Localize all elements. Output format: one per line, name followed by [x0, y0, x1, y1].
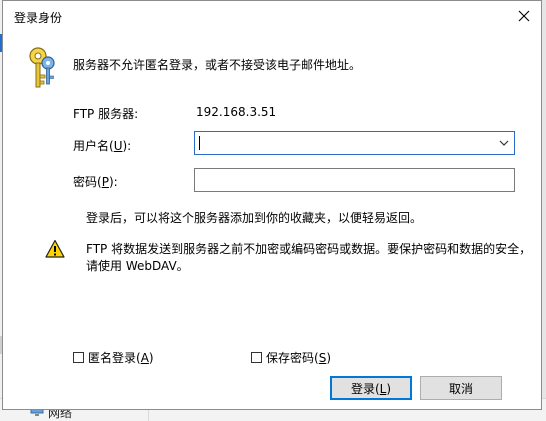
login-dialog: 登录身份 服务器不允许匿名登录，或者不接受该电子邮件地址。 FTP 服务器: 1… [2, 0, 542, 410]
password-input[interactable] [194, 168, 515, 192]
chevron-down-icon[interactable] [498, 136, 510, 150]
save-password-checkbox[interactable]: 保存密码(S) [251, 349, 331, 366]
anonymous-login-label: 匿名登录(A) [88, 351, 154, 365]
security-warning: FTP 将数据发送到服务器之前不加密或编码密码或数据。要保护密码和数据的安全，请… [86, 242, 532, 273]
save-password-label: 保存密码(S) [266, 351, 331, 365]
ftp-server-label: FTP 服务器: [73, 107, 139, 121]
ftp-server-value: 192.168.3.51 [196, 105, 277, 119]
username-label: 用户名(U): [73, 139, 132, 153]
anonymous-login-box[interactable] [73, 352, 84, 363]
keys-icon [29, 47, 55, 88]
login-button[interactable]: 登录(L) [330, 376, 412, 400]
title-bar: 登录身份 [3, 1, 541, 31]
cancel-button-label: 取消 [448, 381, 473, 396]
info-message: 服务器不允许匿名登录，或者不接受该电子邮件地址。 [73, 58, 362, 72]
username-combobox[interactable] [194, 131, 515, 155]
close-button[interactable] [513, 5, 535, 27]
login-button-label: 登录(L) [350, 381, 392, 396]
cancel-button[interactable]: 取消 [420, 376, 502, 400]
favorites-note: 登录后，可以将这个服务器添加到你的收藏夹，以便轻易返回。 [86, 211, 423, 225]
password-label: 密码(P): [73, 175, 118, 189]
close-icon [518, 10, 530, 22]
dialog-title: 登录身份 [14, 11, 63, 25]
text-cursor [199, 136, 200, 150]
anonymous-login-checkbox[interactable]: 匿名登录(A) [73, 349, 154, 366]
save-password-box[interactable] [251, 352, 262, 363]
warning-icon [45, 239, 65, 258]
